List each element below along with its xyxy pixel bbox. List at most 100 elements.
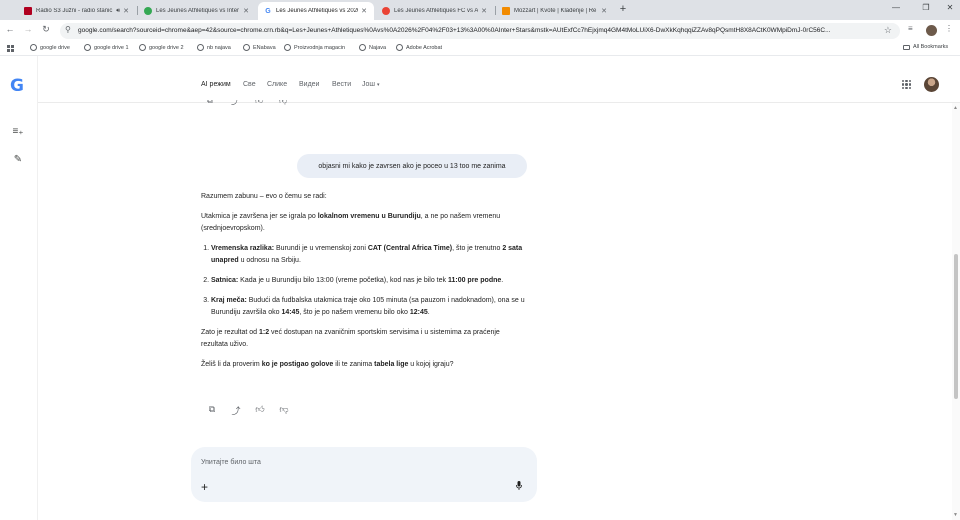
all-bookmarks-label: All Bookmarks	[913, 44, 949, 50]
browser-toolbar: ← → ↻ ⚲ google.com/search?sourceid=chrom…	[0, 20, 960, 42]
close-icon[interactable]: ✕	[480, 7, 488, 15]
new-chat-icon[interactable]: ≡₊	[12, 126, 24, 137]
prompt-input[interactable]: Упитајте било шта	[201, 459, 261, 466]
scrollbar-thumb[interactable]	[954, 254, 958, 399]
tab-videos[interactable]: Видеи	[299, 81, 319, 88]
bookmark-label: nb najava	[207, 44, 231, 51]
text-bold: ko je postigao golove	[261, 361, 334, 368]
tab-les-jeunes-fc[interactable]: Les Jeunes Athletiques FC vs Al ✕	[376, 2, 494, 20]
answer-paragraph: Utakmica je završena jer se igrala po lo…	[201, 211, 526, 235]
tab-label: Les Jeunes Athletiques vs Inter	[156, 8, 240, 14]
forward-icon[interactable]: →	[23, 24, 33, 34]
close-icon[interactable]: ✕	[360, 7, 368, 15]
bookmark-label: ENabava	[253, 44, 276, 51]
text-bold: lokalnom vremenu u Burundiju	[317, 213, 421, 220]
bookmark-item[interactable]: google drive 2	[139, 44, 184, 51]
copy-icon[interactable]: ⧉	[207, 404, 217, 416]
answer-paragraph: Želiš li da proverim ko je postigao golo…	[201, 359, 526, 371]
tab-radio[interactable]: Radio S3 Južni - radio stanic 🔊︎ ✕	[18, 2, 136, 20]
google-logo[interactable]: G	[10, 76, 24, 96]
speaker-icon[interactable]: 🔊︎	[116, 8, 120, 15]
profile-avatar[interactable]	[926, 25, 937, 36]
thumbs-down-icon[interactable]: 👎︎	[279, 404, 289, 416]
edit-icon[interactable]: ✎	[12, 154, 24, 165]
thumbs-up-icon[interactable]: 👍︎	[255, 100, 263, 106]
share-icon[interactable]: ⤴	[231, 404, 241, 416]
mic-icon[interactable]	[516, 481, 522, 490]
back-icon[interactable]: ←	[5, 24, 15, 34]
list-item: Kraj meča: Budući da fudbalska utakmica …	[211, 295, 526, 319]
google-apps-icon[interactable]	[902, 80, 911, 89]
restore-icon[interactable]: ❐	[920, 3, 932, 12]
bookmark-star-icon[interactable]: ☆	[884, 25, 892, 36]
new-tab-button[interactable]: +	[617, 3, 629, 15]
site-info-icon[interactable]: ⚲	[65, 25, 71, 34]
text: .	[427, 309, 430, 316]
tab-label: Mozzart | Kvote | Klađenje | Re	[514, 8, 597, 14]
media-controls-icon[interactable]: ≡	[908, 24, 913, 33]
answer-intro: Razumem zabunu – evo o čemu se radi:	[201, 193, 327, 200]
globe-icon	[139, 44, 146, 51]
list-item: Vremenska razlika: Burundi je u vremensk…	[211, 243, 526, 267]
text: u kojoj igraju?	[408, 361, 454, 368]
bookmark-item[interactable]: nb najava	[197, 44, 231, 51]
text: Utakmica je završena jer se igrala po	[201, 213, 318, 220]
previous-answer-actions: ⧉ ⤴ 👍︎ 👎︎	[207, 100, 297, 106]
account-avatar[interactable]	[924, 77, 939, 92]
tab-more-label: Још	[362, 81, 376, 88]
globe-icon	[284, 44, 291, 51]
tab-news[interactable]: Вести	[332, 81, 351, 88]
prompt-composer[interactable]: Упитајте било шта +	[191, 447, 537, 502]
tab-active-google[interactable]: G Les Jeunes Athletiques vs 2026 ✕	[258, 2, 374, 20]
user-message: objasni mi kako je zavrsen ako je poceo …	[297, 154, 527, 178]
scroll-up-icon[interactable]: ▲	[953, 105, 958, 111]
bookmark-item[interactable]: google drive 1	[84, 44, 129, 51]
bookmark-item[interactable]: ENabava	[243, 44, 276, 51]
plus-icon[interactable]: +	[201, 480, 208, 494]
bookmark-item[interactable]: Proizvodnja magacin	[284, 44, 345, 51]
globe-icon	[30, 44, 37, 51]
text: ili te zanima	[333, 361, 375, 368]
tab-all[interactable]: Све	[243, 81, 256, 88]
text: Zato je rezultat od	[201, 329, 259, 336]
globe-icon	[243, 44, 250, 51]
scroll-down-icon[interactable]: ▼	[953, 512, 958, 518]
minimize-icon[interactable]: —	[890, 3, 902, 12]
bookmark-item[interactable]: Najava	[359, 44, 386, 51]
text-bold: tabela lige	[374, 361, 409, 368]
tab-ai-mode[interactable]: AI режим	[201, 81, 231, 88]
bookmark-label: google drive 2	[149, 44, 184, 51]
tab-mozzart[interactable]: Mozzart | Kvote | Klađenje | Re ✕	[496, 2, 614, 20]
google-favicon-icon: G	[265, 7, 271, 15]
list-item: Satnica: Kada je u Burundiju bilo 13:00 …	[211, 275, 526, 287]
ai-answer: Razumem zabunu – evo o čemu se radi: Uta…	[201, 191, 526, 379]
globe-icon	[197, 44, 204, 51]
reload-icon[interactable]: ↻	[41, 24, 51, 35]
share-icon[interactable]: ⤴	[231, 100, 239, 106]
text: Želiš li da proverim	[201, 361, 262, 368]
close-icon[interactable]: ✕	[122, 7, 130, 15]
tab-more[interactable]: Још ▾	[362, 81, 379, 88]
bookmark-label: google drive	[40, 44, 70, 51]
close-icon[interactable]: ✕	[600, 7, 608, 15]
tab-images[interactable]: Слике	[267, 81, 287, 88]
menu-kebab-icon[interactable]: ⋮	[945, 24, 953, 33]
site-favicon-icon	[144, 7, 152, 15]
bookmark-item[interactable]: Adobe Acrobat	[396, 44, 442, 51]
tab-les-jeunes-inter[interactable]: Les Jeunes Athletiques vs Inter ✕	[138, 2, 256, 20]
address-bar[interactable]: ⚲ google.com/search?sourceid=chrome&aep=…	[60, 23, 900, 39]
copy-icon[interactable]: ⧉	[207, 100, 213, 106]
close-icon[interactable]: ✕	[242, 7, 250, 15]
apps-icon[interactable]	[7, 45, 14, 52]
tab-label: Radio S3 Južni - radio stanic	[36, 8, 113, 14]
thumbs-up-icon[interactable]: 👍︎	[255, 404, 265, 416]
bookmark-item[interactable]: google drive	[30, 44, 70, 51]
list-item-title: Satnica:	[211, 277, 239, 284]
url-text[interactable]: google.com/search?sourceid=chrome&aep=42…	[78, 27, 878, 34]
list-item-title: Vremenska razlika:	[211, 245, 275, 252]
list-item-title: Kraj meča:	[211, 297, 247, 304]
thumbs-down-icon[interactable]: 👎︎	[279, 100, 287, 106]
window-close-icon[interactable]: ✕	[944, 3, 956, 12]
tab-strip: Radio S3 Južni - radio stanic 🔊︎ ✕ Les J…	[0, 0, 960, 20]
all-bookmarks[interactable]: All Bookmarks	[903, 44, 948, 50]
